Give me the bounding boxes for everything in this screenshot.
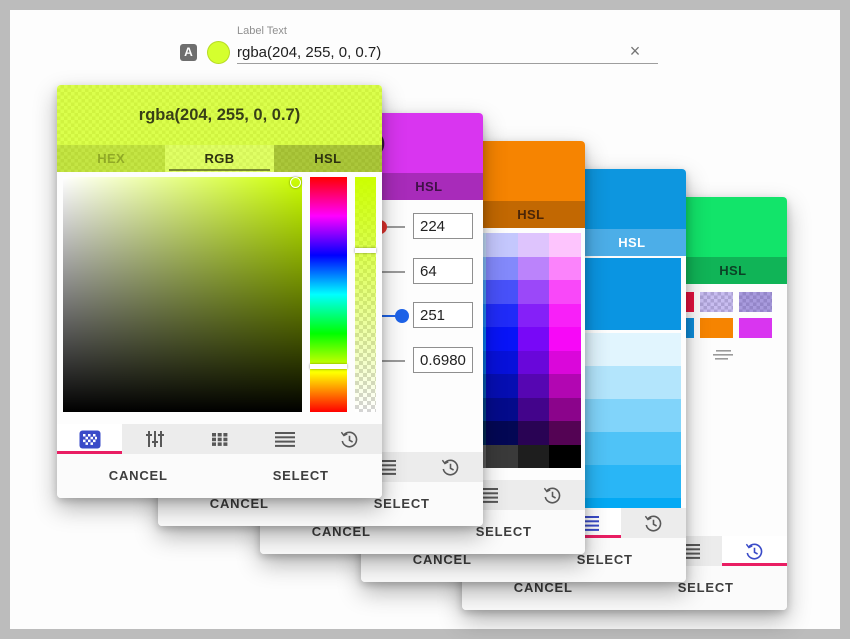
text-format-icon: A (180, 44, 197, 61)
palette-cell[interactable] (549, 398, 581, 422)
sliders-view-icon[interactable] (122, 424, 187, 454)
palette-cell[interactable] (486, 445, 518, 469)
palette-cell[interactable] (549, 304, 581, 328)
history-view-icon[interactable] (722, 536, 787, 566)
dialog-buttons: CANCEL SELECT (57, 454, 382, 498)
tab-bar: HEX RGB HSL (57, 145, 382, 172)
palette-cell[interactable] (518, 398, 550, 422)
hue-slider-handle[interactable] (310, 364, 347, 369)
history-view-icon[interactable] (418, 452, 483, 482)
color-picker-dialog-canvas: rgba(204, 255, 0, 0.7) HEX RGB HSL (57, 85, 382, 498)
canvas-selector-ring[interactable] (290, 177, 301, 188)
palette-cell[interactable] (486, 304, 518, 328)
palette-cell[interactable] (486, 398, 518, 422)
alpha-slider-handle[interactable] (355, 248, 376, 253)
palette-cell[interactable] (486, 351, 518, 375)
hue-slider[interactable] (310, 177, 347, 412)
color-value-input[interactable]: rgba(204, 255, 0, 0.7) (237, 44, 381, 61)
dialog-title: rgba(204, 255, 0, 0.7) (57, 85, 382, 145)
recent-swatch[interactable] (739, 318, 772, 338)
select-button[interactable]: SELECT (220, 454, 383, 498)
palette-cell[interactable] (518, 374, 550, 398)
canvas-view-icon[interactable] (57, 424, 122, 454)
palette-cell[interactable] (518, 327, 550, 351)
input-underline (237, 63, 658, 64)
view-toolbar (57, 424, 382, 454)
tab-hsl[interactable]: HSL (274, 145, 382, 172)
palette-cell[interactable] (549, 257, 581, 281)
app-window: Label Text A rgba(204, 255, 0, 0.7) × #1… (0, 0, 850, 639)
palette-cell[interactable] (518, 351, 550, 375)
grid-view-icon[interactable] (187, 424, 252, 454)
tab-hsl[interactable]: HSL (578, 229, 686, 256)
palette-cell[interactable] (486, 327, 518, 351)
green-value-input[interactable] (413, 258, 473, 284)
palette-cell[interactable] (518, 445, 550, 469)
palette-cell[interactable] (518, 304, 550, 328)
palette-cell[interactable] (549, 351, 581, 375)
canvas-view (57, 172, 382, 424)
recent-swatch[interactable] (739, 292, 772, 312)
palette-cell[interactable] (549, 445, 581, 469)
recent-swatch[interactable] (700, 292, 733, 312)
tab-hex[interactable]: HEX (57, 145, 165, 172)
palette-cell[interactable] (549, 374, 581, 398)
palette-cell[interactable] (486, 233, 518, 257)
palette-cell[interactable] (486, 280, 518, 304)
alpha-value-input[interactable] (413, 347, 473, 373)
app-background: Label Text A rgba(204, 255, 0, 0.7) × #1… (10, 10, 840, 629)
palette-cell[interactable] (486, 257, 518, 281)
palette-cell[interactable] (486, 421, 518, 445)
red-value-input[interactable] (413, 213, 473, 239)
palette-cell[interactable] (518, 280, 550, 304)
tab-hsl[interactable]: HSL (679, 257, 787, 284)
alpha-slider[interactable] (355, 177, 376, 412)
palette-cell[interactable] (549, 280, 581, 304)
history-view-icon[interactable] (621, 508, 686, 538)
field-label: Label Text (237, 25, 287, 37)
clear-icon[interactable]: × (625, 41, 645, 61)
palette-cell[interactable] (549, 327, 581, 351)
palette-cell[interactable] (518, 257, 550, 281)
tab-hsl[interactable]: HSL (375, 173, 483, 200)
palette-cell[interactable] (549, 421, 581, 445)
slider-thumb[interactable] (395, 309, 409, 323)
drag-handle-icon (710, 348, 736, 366)
list-view-icon[interactable] (252, 424, 317, 454)
history-view-icon[interactable] (520, 480, 585, 510)
palette-cell[interactable] (518, 421, 550, 445)
dialog-header: rgba(204, 255, 0, 0.7) (57, 85, 382, 145)
palette-cell[interactable] (486, 374, 518, 398)
palette-cell[interactable] (549, 233, 581, 257)
color-swatch-preview[interactable] (207, 41, 230, 64)
tab-rgb[interactable]: RGB (165, 145, 273, 172)
history-view-icon[interactable] (317, 424, 382, 454)
tab-hsl[interactable]: HSL (477, 201, 585, 228)
palette-cell[interactable] (518, 233, 550, 257)
saturation-value-canvas[interactable] (63, 177, 302, 412)
blue-value-input[interactable] (413, 302, 473, 328)
recent-swatch[interactable] (700, 318, 733, 338)
cancel-button[interactable]: CANCEL (57, 454, 220, 498)
